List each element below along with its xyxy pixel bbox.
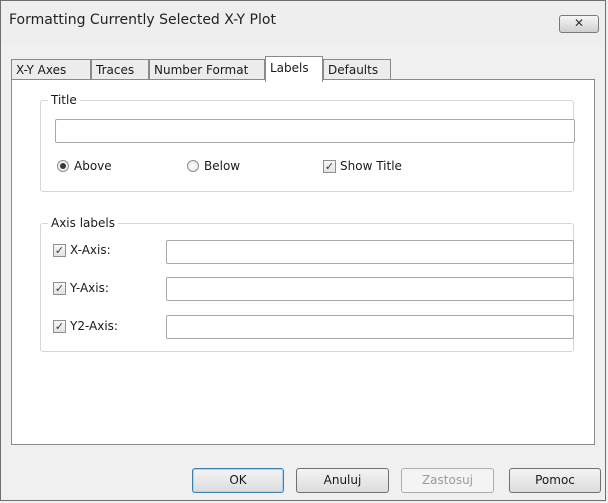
- radio-below-label: Below: [204, 159, 241, 173]
- y2-axis-label: Y2-Axis:: [70, 319, 118, 333]
- title-group: Title Above Below ✓ Show Title: [40, 93, 575, 192]
- help-button[interactable]: Pomoc: [509, 468, 601, 493]
- close-button[interactable]: ✕: [559, 15, 599, 33]
- x-axis-input[interactable]: [166, 240, 574, 264]
- radio-above-label: Above: [74, 159, 112, 173]
- tab-label: Defaults: [328, 63, 379, 77]
- checkmark-icon: ✓: [323, 159, 336, 173]
- apply-button[interactable]: Zastosuj: [401, 468, 494, 493]
- tab-number-format[interactable]: Number Format: [149, 59, 265, 81]
- y-axis-label: Y-Axis:: [70, 281, 109, 295]
- x-axis-checkbox[interactable]: ✓ X-Axis:: [53, 243, 111, 257]
- ok-button[interactable]: OK: [192, 468, 284, 493]
- checkmark-icon: ✓: [53, 319, 66, 333]
- tab-label: X-Y Axes: [16, 63, 67, 77]
- tab-defaults[interactable]: Defaults: [323, 59, 391, 81]
- y-axis-input[interactable]: [166, 277, 574, 301]
- tab-label: Number Format: [154, 63, 249, 77]
- window-title: Formatting Currently Selected X-Y Plot: [9, 12, 276, 28]
- title-bar: Formatting Currently Selected X-Y Plot ✕: [1, 1, 605, 45]
- checkmark-icon: ✓: [53, 243, 66, 257]
- radio-below[interactable]: Below: [187, 159, 240, 173]
- axis-labels-group: Axis labels ✓ X-Axis: ✓ Y-Axis: ✓ Y2-Axi…: [40, 216, 574, 352]
- y2-axis-checkbox[interactable]: ✓ Y2-Axis:: [53, 319, 118, 333]
- radio-below-indicator: [187, 160, 199, 172]
- tab-xy-axes[interactable]: X-Y Axes: [11, 59, 91, 81]
- cancel-button[interactable]: Anuluj: [296, 468, 389, 493]
- dialog-window: Formatting Currently Selected X-Y Plot ✕…: [0, 0, 606, 501]
- tab-label: Traces: [96, 63, 135, 77]
- labels-tab-panel: Title Above Below ✓ Show Title Axis labe…: [11, 79, 595, 445]
- title-group-legend: Title: [48, 93, 80, 107]
- radio-above[interactable]: Above: [57, 159, 112, 173]
- y2-axis-input[interactable]: [166, 315, 574, 339]
- radio-above-indicator: [57, 160, 69, 172]
- y-axis-checkbox[interactable]: ✓ Y-Axis:: [53, 281, 109, 295]
- show-title-checkbox[interactable]: ✓ Show Title: [323, 159, 402, 173]
- close-icon: ✕: [573, 16, 585, 30]
- axis-labels-legend: Axis labels: [48, 216, 118, 230]
- x-axis-label: X-Axis:: [70, 243, 111, 257]
- tab-traces[interactable]: Traces: [91, 59, 149, 81]
- show-title-label: Show Title: [340, 159, 402, 173]
- tab-labels[interactable]: Labels: [265, 56, 323, 82]
- checkmark-icon: ✓: [53, 281, 66, 295]
- tab-label: Labels: [270, 61, 309, 75]
- title-input[interactable]: [55, 119, 575, 143]
